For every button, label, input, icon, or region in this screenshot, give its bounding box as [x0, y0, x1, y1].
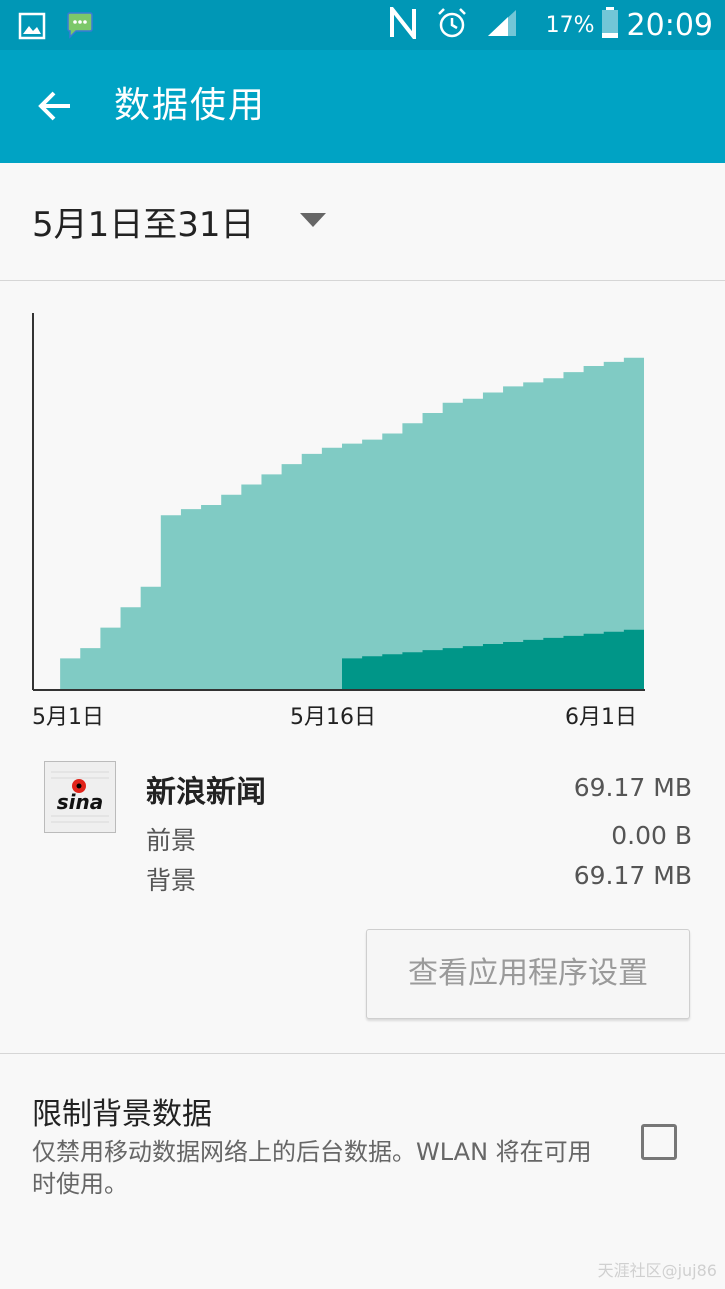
svg-text:sina: sina — [57, 790, 104, 814]
watermark: 天涯社区@juj86 — [597, 1261, 717, 1280]
arrow-left-icon — [38, 91, 70, 121]
dropdown-arrow-icon[interactable] — [300, 213, 326, 229]
restrict-background-checkbox[interactable] — [641, 1124, 677, 1160]
restrict-background-description: 仅禁用移动数据网络上的后台数据。WLAN 将在可用时使用。 — [32, 1138, 592, 1198]
date-range-selector[interactable]: 5月1日至31日 — [0, 163, 725, 281]
x-tick-label: 5月1日 — [32, 705, 104, 730]
back-button[interactable] — [30, 80, 82, 132]
nfc-icon — [388, 3, 418, 43]
foreground-label: 前景 — [146, 826, 197, 855]
alarm-icon — [436, 7, 468, 43]
status-bar-right: 17% 20:09 — [388, 3, 713, 46]
battery-icon — [601, 7, 619, 43]
battery-percent: 17% — [545, 12, 595, 38]
sina-logo-icon: sina — [45, 762, 115, 832]
app-name: 新浪新闻 — [146, 775, 266, 810]
section-divider — [0, 1053, 725, 1054]
page-title: 数据使用 — [114, 85, 267, 126]
status-bar-left — [18, 11, 114, 45]
background-label: 背景 — [146, 866, 197, 895]
restrict-background-title: 限制背景数据 — [32, 1097, 212, 1132]
date-range-label[interactable]: 5月1日至31日 — [32, 197, 255, 246]
background-value: 69.17 MB — [573, 861, 692, 890]
x-tick-label: 6月1日 — [565, 705, 637, 730]
signal-icon — [486, 8, 518, 42]
app-bar: 数据使用 — [0, 50, 725, 163]
status-time: 20:09 — [626, 7, 713, 43]
app-usage-row: sina 新浪新闻 69.17 MB 前景 0.00 B 背景 69.17 MB — [0, 745, 725, 925]
app-total-usage: 69.17 MB — [573, 773, 692, 802]
chart-canvas — [32, 313, 645, 691]
foreground-value: 0.00 B — [611, 821, 692, 850]
view-app-settings-button[interactable]: 查看应用程序设置 — [366, 929, 690, 1019]
status-bar: 17% 20:09 — [0, 0, 725, 50]
x-tick-label: 5月16日 — [290, 705, 376, 730]
gallery-icon — [18, 12, 46, 44]
sina-app-icon: sina — [44, 761, 116, 833]
data-usage-chart: 5月1日 5月16日 6月1日 — [0, 281, 725, 741]
message-icon — [64, 11, 96, 45]
